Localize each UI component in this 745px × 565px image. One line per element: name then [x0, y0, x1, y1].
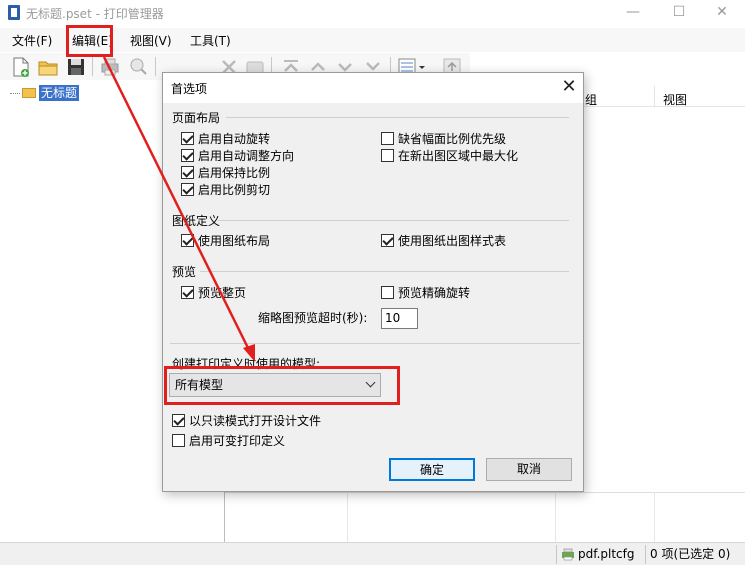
- ok-button[interactable]: 确定: [389, 458, 475, 481]
- group-divider: [170, 343, 580, 344]
- window-title: 无标题.pset - 打印管理器: [26, 7, 164, 21]
- keep-ratio-label: 启用保持比例: [198, 166, 271, 180]
- auto-rotate-checkbox[interactable]: [181, 132, 194, 145]
- save-icon[interactable]: [65, 56, 87, 78]
- maximize-button[interactable]: ☐: [656, 0, 702, 26]
- dialog-title: 首选项: [171, 82, 208, 96]
- maximize-in-area-label: 在新出图区域中最大化: [398, 149, 519, 163]
- thumbnail-timeout-label: 缩略图预览超时(秒):: [258, 311, 368, 325]
- status-config-cell: pdf.pltcfg: [556, 545, 642, 564]
- sheet-definition-label: 图纸定义: [172, 214, 221, 228]
- preview-full-page-label: 预览整页: [198, 286, 247, 300]
- auto-orientation-label: 启用自动调整方向: [198, 149, 295, 163]
- grid-line: [555, 492, 556, 542]
- column-separator[interactable]: [654, 86, 655, 106]
- preview-label: 预览: [172, 265, 197, 279]
- open-folder-icon[interactable]: [37, 56, 59, 78]
- use-sheet-layout-checkbox[interactable]: [181, 234, 194, 247]
- app-icon: [8, 5, 20, 20]
- folder-icon: [22, 88, 36, 98]
- menu-file[interactable]: 文件(F): [12, 32, 52, 49]
- ratio-clip-label: 启用比例剪切: [198, 183, 271, 197]
- grid-line: [347, 492, 348, 542]
- status-selection: 0 项(已选定 0): [645, 545, 745, 564]
- toolbar-separator: [92, 57, 93, 76]
- group-divider: [200, 271, 569, 272]
- new-file-icon[interactable]: [10, 56, 32, 78]
- print-icon[interactable]: [99, 56, 121, 78]
- use-plot-style-checkbox[interactable]: [381, 234, 394, 247]
- auto-rotate-label: 启用自动旋转: [198, 132, 271, 146]
- close-window-button[interactable]: ✕: [699, 0, 745, 26]
- tree-root-item[interactable]: 无标题: [39, 85, 80, 101]
- grid-line: [654, 492, 655, 542]
- default-size-priority-label: 缺省幅面比例优先级: [398, 132, 507, 146]
- printer-status-icon: [562, 548, 574, 561]
- menu-view[interactable]: 视图(V): [130, 32, 172, 49]
- variable-print-def-checkbox[interactable]: [172, 434, 185, 447]
- thumbnail-timeout-input[interactable]: 10: [381, 308, 418, 329]
- column-header-group[interactable]: 组: [585, 91, 597, 108]
- preview-icon[interactable]: [127, 56, 149, 78]
- menu-tools[interactable]: 工具(T): [190, 32, 231, 49]
- ratio-clip-checkbox[interactable]: [181, 183, 194, 196]
- list-pane: [224, 492, 745, 542]
- toolbar-separator: [155, 57, 156, 76]
- dialog-titlebar: [163, 73, 583, 103]
- tree-pane: [0, 82, 162, 542]
- model-select-highlight: [164, 366, 400, 405]
- page-layout-label: 页面布局: [172, 111, 221, 125]
- tree-connector: [10, 93, 20, 94]
- maximize-in-area-checkbox[interactable]: [381, 149, 394, 162]
- preview-exact-rotate-label: 预览精确旋转: [398, 286, 471, 300]
- readonly-open-label: 以只读模式打开设计文件: [189, 414, 322, 428]
- group-divider: [226, 117, 569, 118]
- edit-menu-highlight: [66, 25, 113, 57]
- readonly-open-checkbox[interactable]: [172, 414, 185, 427]
- dialog-close-button[interactable]: ✕: [556, 74, 582, 100]
- cancel-button[interactable]: 取消: [486, 458, 572, 481]
- preview-exact-rotate-checkbox[interactable]: [381, 286, 394, 299]
- keep-ratio-checkbox[interactable]: [181, 166, 194, 179]
- minimize-button[interactable]: —: [610, 0, 656, 26]
- preview-full-page-checkbox[interactable]: [181, 286, 194, 299]
- use-sheet-layout-label: 使用图纸布局: [198, 234, 271, 248]
- default-size-priority-checkbox[interactable]: [381, 132, 394, 145]
- variable-print-def-label: 启用可变打印定义: [189, 434, 286, 448]
- group-divider: [218, 220, 569, 221]
- pane-divider[interactable]: [224, 492, 225, 542]
- column-header-view[interactable]: 视图: [663, 91, 687, 108]
- use-plot-style-label: 使用图纸出图样式表: [398, 234, 507, 248]
- status-config: pdf.pltcfg: [578, 547, 635, 561]
- auto-orientation-checkbox[interactable]: [181, 149, 194, 162]
